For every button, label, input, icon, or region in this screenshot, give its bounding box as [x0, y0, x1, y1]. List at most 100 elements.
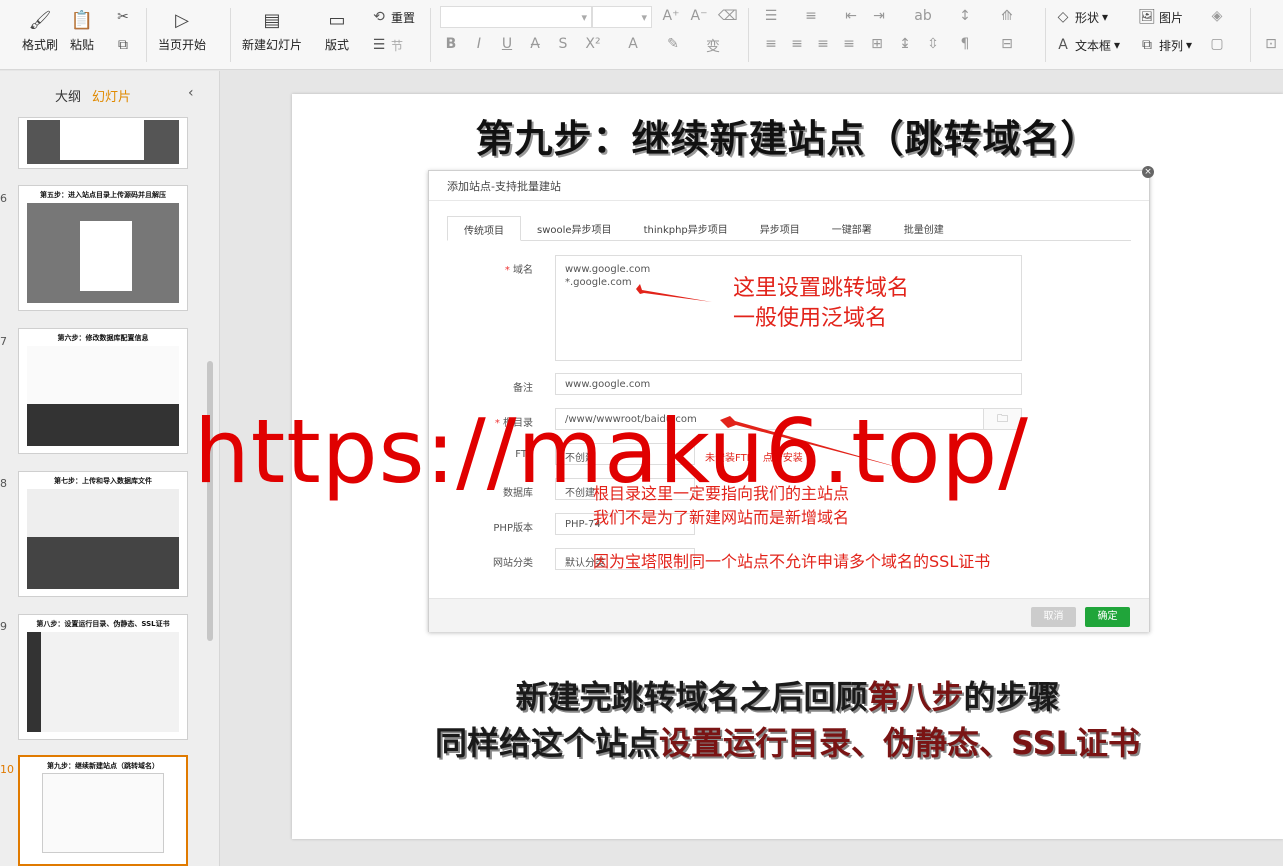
slide-thumbnail-selected[interactable]: 第九步：继续新建站点（跳转域名）: [18, 755, 188, 866]
underline-icon[interactable]: U: [498, 36, 516, 52]
chevron-down-icon: ▾: [1102, 10, 1109, 24]
indent-icon[interactable]: ⇥: [870, 8, 888, 24]
highlight-icon[interactable]: ✎: [664, 36, 682, 52]
format-painter-icon: 🖌: [28, 9, 52, 31]
divider: [1045, 8, 1046, 62]
scissors-icon: ✂: [117, 9, 129, 25]
slide-thumbnail[interactable]: [18, 117, 188, 169]
picture-button[interactable]: 🖼 图片: [1138, 8, 1183, 26]
tab-slides[interactable]: 幻灯片: [92, 86, 131, 105]
numbering-icon[interactable]: ≡: [802, 8, 820, 24]
caption-line-1[interactable]: 新建完跳转域名之后回顾第八步的步骤: [292, 672, 1283, 718]
tab-async[interactable]: 异步项目: [744, 216, 816, 241]
category-label: 网站分类: [493, 558, 533, 569]
dialog-title: 添加站点-支持批量建站: [447, 180, 561, 193]
section-button[interactable]: ☰ 节: [370, 36, 403, 54]
columns-icon[interactable]: ⊟: [998, 36, 1016, 52]
text-effect-icon[interactable]: ⟰: [998, 8, 1016, 24]
slide-thumbnail[interactable]: 第六步：修改数据库配置信息: [18, 328, 188, 454]
superscript-icon[interactable]: X²: [584, 36, 602, 52]
align-center-icon[interactable]: ≡: [788, 36, 806, 52]
close-icon[interactable]: ×: [1142, 166, 1154, 178]
fill-icon[interactable]: ◈: [1208, 8, 1226, 24]
layout-button[interactable]: ▭ 版式: [325, 8, 349, 53]
thumbnail-title: 第六步：修改数据库配置信息: [57, 334, 149, 342]
shadow-icon[interactable]: S: [554, 36, 572, 52]
phonetic-icon[interactable]: 变: [704, 36, 722, 56]
tab-swoole[interactable]: swoole异步项目: [521, 216, 628, 241]
divider: [1250, 8, 1251, 62]
collapse-panel-icon[interactable]: ‹: [188, 85, 194, 101]
thumbnail-image: [27, 203, 179, 303]
decrease-font-icon[interactable]: A⁻: [690, 8, 708, 24]
font-size-select[interactable]: ▾: [592, 6, 652, 28]
justify-icon[interactable]: ≡: [840, 36, 858, 52]
arrange-button[interactable]: ⧉ 排列 ▾: [1138, 36, 1192, 54]
paragraph-spacing-icon[interactable]: ⇳: [924, 36, 942, 52]
increase-font-icon[interactable]: A⁺: [662, 8, 680, 24]
from-current-button[interactable]: ▷ 当页开始: [158, 8, 206, 53]
section-icon: ☰: [372, 37, 386, 53]
font-color-icon[interactable]: A: [624, 36, 642, 52]
paste-button[interactable]: 📋 粘贴: [70, 8, 94, 53]
remark-input[interactable]: www.google.com: [555, 373, 1022, 395]
italic-icon[interactable]: I: [470, 36, 488, 52]
tab-thinkphp[interactable]: thinkphp异步项目: [628, 216, 744, 241]
char-spacing-icon[interactable]: ab: [914, 8, 932, 24]
reset-button[interactable]: ⟲ 重置: [370, 8, 415, 26]
paragraph-icon[interactable]: ¶: [956, 36, 974, 52]
root-note-line-3[interactable]: 因为宝塔限制同一个站点不允许申请多个域名的SSL证书: [593, 548, 990, 572]
align-left-icon[interactable]: ≡: [762, 36, 780, 52]
outline-icon[interactable]: ▢: [1208, 36, 1226, 52]
dialog-footer: 取消 确定: [429, 598, 1149, 632]
format-painter-button[interactable]: 🖌 格式刷: [22, 8, 58, 53]
clear-format-icon[interactable]: ⌫: [718, 8, 738, 24]
tab-outline[interactable]: 大纲: [55, 86, 81, 105]
cut-button[interactable]: ✂: [114, 8, 132, 26]
font-family-select[interactable]: ▾: [440, 6, 592, 28]
textbox-icon: A: [1058, 37, 1068, 53]
root-note-line-2[interactable]: 我们不是为了新建网站而是新增域名: [593, 504, 849, 528]
domain-note-line-1[interactable]: 这里设置跳转域名: [733, 270, 909, 302]
more-icon[interactable]: ⊡: [1262, 36, 1280, 52]
shapes-button[interactable]: ◇ 形状 ▾: [1054, 8, 1108, 26]
divider: [430, 8, 431, 62]
line-spacing-icon[interactable]: ↨: [896, 36, 914, 52]
php-version-label: PHP版本: [493, 523, 533, 534]
align-right-icon[interactable]: ≡: [814, 36, 832, 52]
play-icon: ▷: [175, 9, 189, 31]
caption-line-2[interactable]: 同样给这个站点设置运行目录、伪静态、SSL证书: [292, 718, 1283, 764]
tab-traditional[interactable]: 传统项目: [447, 216, 521, 241]
thumbnail-image: [27, 632, 179, 732]
arrange-icon: ⧉: [1142, 37, 1152, 53]
tab-one-click[interactable]: 一键部署: [816, 216, 888, 241]
slide-panel: 大纲 幻灯片 ‹ 6 第五步：进入站点目录上传源码并且解压 7 第六步：修改数据…: [0, 71, 220, 866]
chevron-down-icon: ▾: [1114, 38, 1121, 52]
slide-number: 8: [0, 477, 7, 490]
domain-label: * 域名: [504, 265, 533, 276]
tab-batch[interactable]: 批量创建: [888, 216, 960, 241]
strikethrough-icon[interactable]: A̶: [526, 36, 544, 52]
domain-note-line-2[interactable]: 一般使用泛域名: [733, 300, 887, 332]
slide-thumbnail[interactable]: 第八步：设置运行目录、伪静态、SSL证书: [18, 614, 188, 740]
cancel-button[interactable]: 取消: [1031, 607, 1076, 627]
watermark-url: https://maku6.top/: [194, 400, 1029, 503]
bold-icon[interactable]: B: [442, 36, 460, 52]
outdent-icon[interactable]: ⇤: [842, 8, 860, 24]
shapes-icon: ◇: [1057, 9, 1069, 25]
distribute-icon[interactable]: ⊞: [868, 36, 886, 52]
thumbnail-title: 第七步：上传和导入数据库文件: [54, 477, 152, 485]
slide-title[interactable]: 第九步：继续新建站点（跳转域名）: [292, 108, 1283, 163]
divider: [146, 8, 147, 62]
bullets-icon[interactable]: ☰: [762, 8, 780, 24]
thumbnail-title: 第九步：继续新建站点（跳转域名）: [47, 762, 159, 770]
slide-thumbnail[interactable]: 第五步：进入站点目录上传源码并且解压: [18, 185, 188, 311]
divider: [429, 200, 1149, 201]
text-direction-icon[interactable]: ↕: [956, 8, 974, 24]
required-mark: *: [504, 265, 513, 276]
confirm-button[interactable]: 确定: [1085, 607, 1130, 627]
copy-button[interactable]: ⧉: [114, 36, 132, 54]
new-slide-button[interactable]: ▤ 新建幻灯片: [242, 8, 302, 53]
slide-thumbnail[interactable]: 第七步：上传和导入数据库文件: [18, 471, 188, 597]
textbox-button[interactable]: A 文本框 ▾: [1054, 36, 1120, 54]
